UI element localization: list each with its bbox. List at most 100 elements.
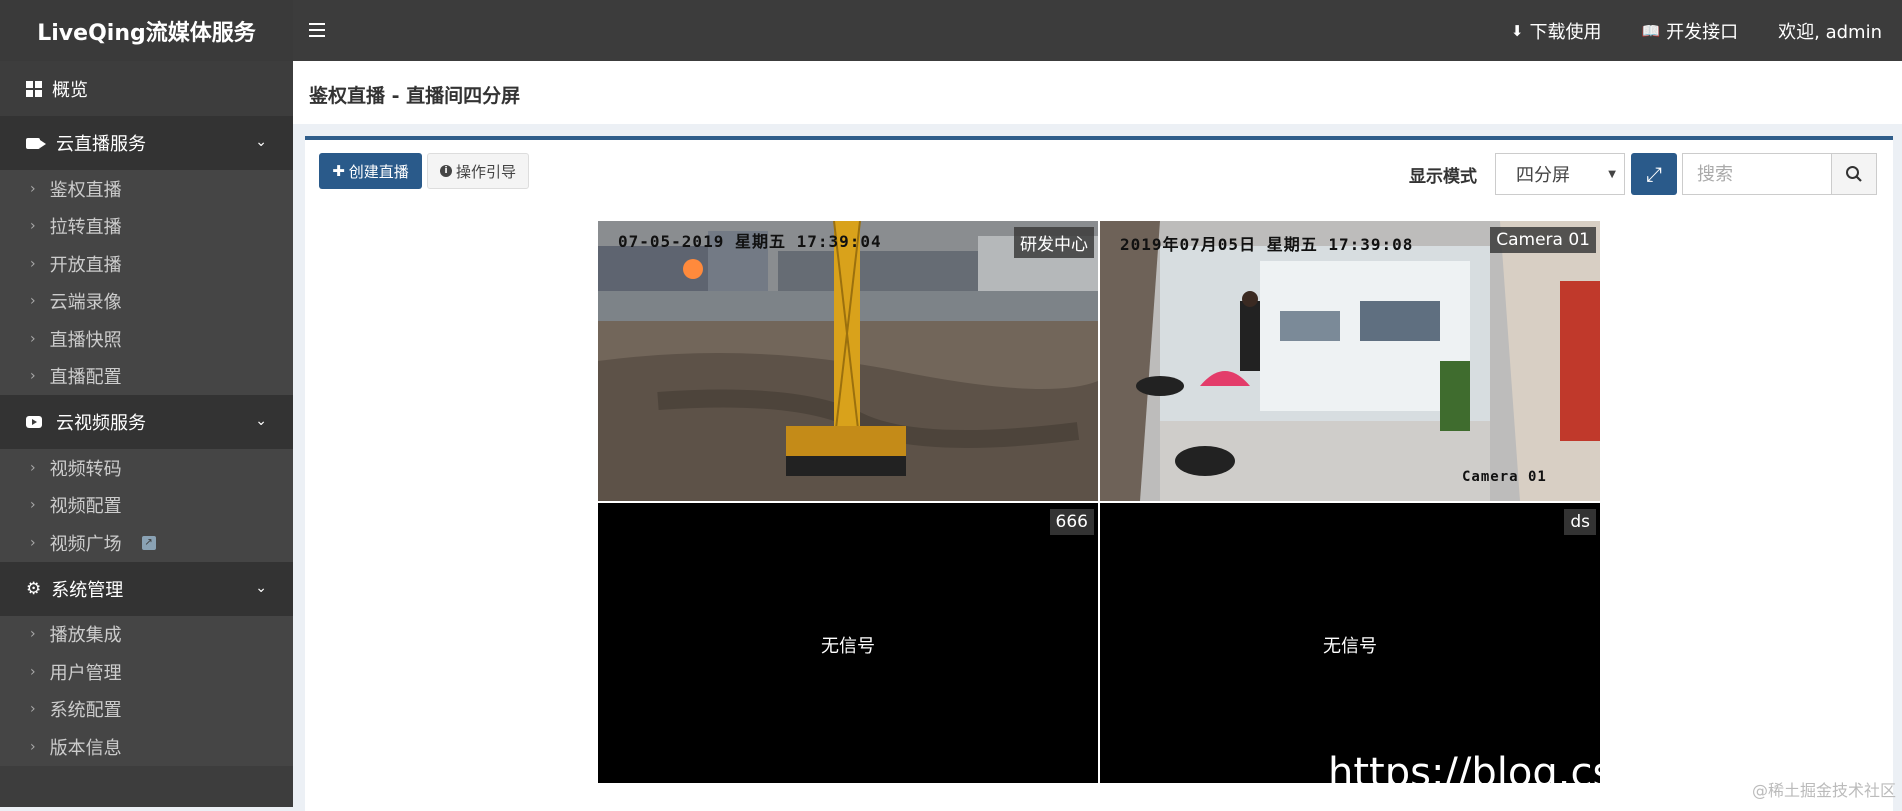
sidebar-item-label: 版本信息 [49,737,122,759]
sidebar-group-label: 云视频服务 [56,413,146,434]
menu-toggle-icon[interactable] [309,16,331,44]
search-input[interactable] [1682,153,1832,195]
create-live-button[interactable]: ✚ 创建直播 [319,153,422,189]
chevron-right-icon: › [30,459,36,476]
video-camera-icon [26,137,46,149]
sidebar-group-system[interactable]: ⚙ 系统管理 ⌄ [0,561,293,616]
external-link-icon: ↗ [141,535,156,550]
tile-label: 研发中心 [1014,227,1094,258]
download-label: 下载使用 [1529,21,1602,43]
sidebar-item-label: 概览 [52,79,88,101]
welcome-text: 欢迎, admin [1778,21,1882,43]
sidebar-item-users[interactable]: › 用户管理 [0,653,293,691]
video-grid: 07-05-2019 星期五 17:39:04 研发中心 2019年07月05日… [598,221,1602,783]
tile-label: ds [1564,509,1596,535]
gear-icon: ⚙ [26,578,42,599]
chevron-right-icon: › [30,180,36,197]
chevron-right-icon: › [30,497,36,514]
sidebar-item-label: 拉转直播 [49,217,122,239]
video-tile-2[interactable]: 2019年07月05日 星期五 17:39:08 Camera 01 Camer… [1100,221,1600,501]
expand-icon: ⤢ [1646,162,1662,186]
fullscreen-button[interactable]: ⤢ [1631,153,1677,195]
display-mode-label: 显示模式 [1409,167,1477,187]
sidebar-item-label: 云端录像 [49,292,122,314]
sidebar-item-video-square[interactable]: › 视频广场 ↗ [0,524,293,562]
chevron-right-icon: › [30,626,36,643]
app-logo[interactable]: LiveQing流媒体服务 [0,0,293,61]
osd-timestamp: 07-05-2019 星期五 17:39:04 [618,232,882,251]
sidebar-item-transcode[interactable]: › 视频转码 [0,449,293,487]
video-frame-construction [598,221,1098,501]
sidebar-item-overview[interactable]: 概览 [0,61,293,116]
sidebar-item-label: 用户管理 [49,662,122,684]
api-label: 开发接口 [1666,21,1739,43]
video-frame-office [1100,221,1600,501]
create-live-label: 创建直播 [348,162,409,181]
chevron-right-icon: › [30,701,36,718]
corner-watermark: @稀土掘金技术社区 [1751,781,1896,800]
page-title: 鉴权直播 - 直播间四分屏 [309,85,521,107]
osd-camera-name: Camera 01 [1462,469,1547,485]
sidebar-item-video-config[interactable]: › 视频配置 [0,486,293,524]
sidebar-item-label: 直播快照 [49,329,122,351]
sidebar-group-video[interactable]: 云视频服务 ⌄ [0,395,293,449]
top-nav: ⬇ 下载使用 📖 开发接口 欢迎, admin [1491,0,1902,61]
chevron-right-icon: › [30,293,36,310]
dashboard-icon [26,80,42,97]
sidebar-item-live-config[interactable]: › 直播配置 [0,357,293,395]
sidebar-item-pull-live[interactable]: › 拉转直播 [0,207,293,245]
chevron-right-icon: › [30,218,36,235]
chevron-right-icon: › [30,738,36,755]
sidebar-item-label: 视频配置 [49,496,122,518]
sidebar-group-label: 系统管理 [51,579,124,601]
sidebar-item-label: 直播配置 [49,367,122,389]
chevron-right-icon: › [30,534,36,551]
sidebar-item-label: 开放直播 [49,254,122,276]
book-icon: 📖 [1641,21,1661,40]
video-tile-3[interactable]: 666 无信号 [598,503,1098,783]
video-tile-4[interactable]: ds 无信号 [1100,503,1600,783]
sidebar-group-label: 云直播服务 [56,134,146,155]
chevron-right-icon: › [30,330,36,347]
no-signal-text: 无信号 [1323,636,1377,657]
caret-down-icon: ▼ [1608,169,1616,180]
osd-timestamp: 2019年07月05日 星期五 17:39:08 [1120,235,1414,254]
sidebar-group-live[interactable]: 云直播服务 ⌄ [0,116,293,170]
url-watermark: https://blog.csdr [1328,750,1656,796]
plus-icon: ✚ [332,162,345,180]
sidebar-item-label: 视频广场 [49,533,122,555]
user-menu[interactable]: 欢迎, admin [1758,0,1902,61]
chevron-down-icon: ⌄ [255,413,267,429]
display-mode-select[interactable]: 四分屏 ▼ [1495,153,1625,195]
sidebar-item-auth-live[interactable]: › 鉴权直播 [0,170,293,208]
sidebar-item-system-config[interactable]: › 系统配置 [0,690,293,728]
chevron-right-icon: › [30,663,36,680]
tile-label: 666 [1049,509,1094,535]
search-button[interactable] [1831,153,1877,195]
sidebar-item-open-live[interactable]: › 开放直播 [0,245,293,283]
info-icon: i [439,165,452,177]
chevron-right-icon: › [30,255,36,272]
main-panel: ✚ 创建直播 i 操作引导 显示模式 四分屏 ▼ ⤢ 搜索 07-05-2019… [305,136,1893,811]
content-header: 鉴权直播 - 直播间四分屏 [293,61,1902,124]
top-navbar: LiveQing流媒体服务 ⬇ 下载使用 📖 开发接口 欢迎, admin [0,0,1902,61]
sidebar-item-label: 系统配置 [49,700,122,722]
download-icon: ⬇ [1510,21,1524,40]
guide-button[interactable]: i 操作引导 [427,153,529,189]
chevron-down-icon: ⌄ [255,579,267,596]
sidebar-item-player-integration[interactable]: › 播放集成 [0,615,293,653]
no-signal-text: 无信号 [821,636,875,657]
display-mode-value: 四分屏 [1516,165,1570,186]
tile-label: Camera 01 [1490,227,1596,253]
sidebar-item-live-snapshot[interactable]: › 直播快照 [0,320,293,358]
guide-label: 操作引导 [455,162,516,181]
sidebar-item-version[interactable]: › 版本信息 [0,728,293,766]
sidebar: 概览 云直播服务 ⌄ › 鉴权直播 › 拉转直播 › 开放直播 › 云端录像 › 直播快照… [0,61,293,807]
download-link[interactable]: ⬇ 下载使用 [1491,0,1622,61]
video-tile-1[interactable]: 07-05-2019 星期五 17:39:04 研发中心 [598,221,1098,501]
sidebar-item-label: 视频转码 [49,458,122,480]
api-link[interactable]: 📖 开发接口 [1621,0,1758,61]
search-icon [1846,166,1862,182]
sidebar-item-cloud-record[interactable]: › 云端录像 [0,282,293,320]
sidebar-item-label: 播放集成 [49,625,122,647]
